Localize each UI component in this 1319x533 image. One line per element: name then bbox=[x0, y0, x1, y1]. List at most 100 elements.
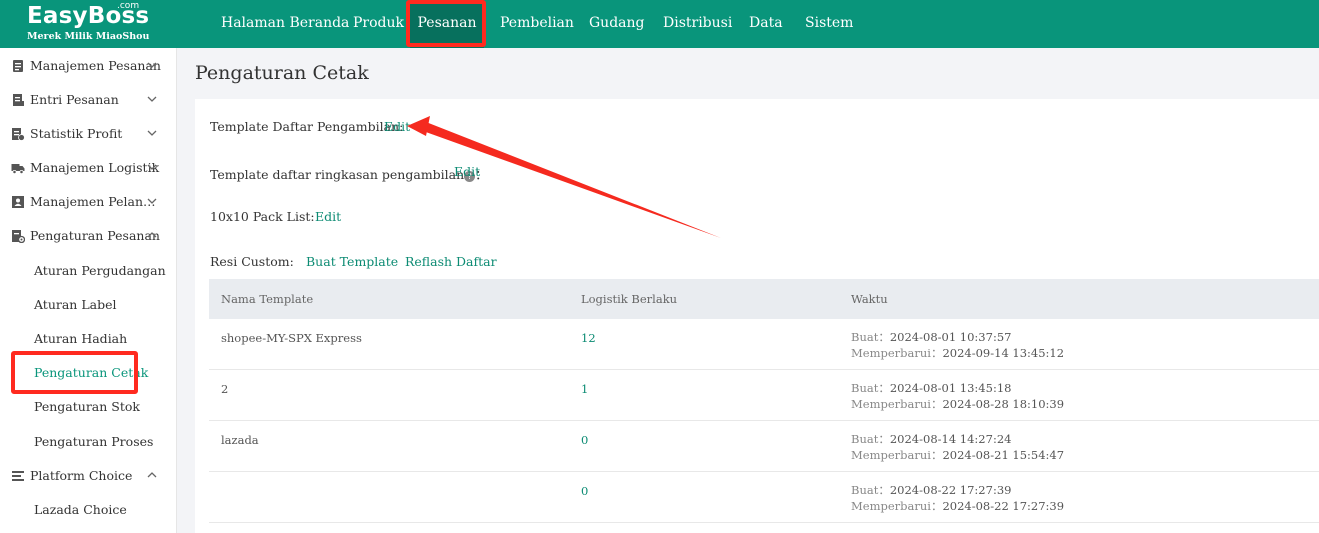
updated-label: Memperbarui： bbox=[851, 448, 943, 462]
sidebar-item-label: Pengaturan Stok bbox=[34, 399, 140, 414]
updated-label: Memperbarui： bbox=[851, 346, 943, 360]
sidebar-item-label: Aturan Label bbox=[34, 297, 117, 312]
refresh-list-link[interactable]: Reflash Daftar bbox=[405, 254, 497, 269]
logo-subtitle: Merek Milik MiaoShou bbox=[27, 31, 150, 42]
chevron-down-icon bbox=[147, 198, 157, 204]
updated-time: Memperbarui：2024-09-14 13:45:12 bbox=[851, 345, 1064, 361]
chevron-down-icon bbox=[147, 96, 157, 102]
sidebar-item-label: Statistik Profit bbox=[30, 126, 123, 141]
contacts-icon bbox=[12, 196, 24, 208]
created-time: Buat：2024-08-14 14:27:24 bbox=[851, 431, 1011, 447]
sidebar-profit-statistics[interactable]: Statistik Profit bbox=[0, 117, 176, 151]
sidebar-item-label: Manajemen Logistik bbox=[30, 160, 160, 175]
updated-value: 2024-08-22 17:27:39 bbox=[942, 499, 1065, 513]
pack-list-edit-link[interactable]: Edit bbox=[315, 209, 341, 224]
logo-com: .com bbox=[117, 1, 140, 11]
updated-label: Memperbarui： bbox=[851, 499, 943, 513]
clipboard-icon bbox=[13, 60, 23, 72]
document-icon bbox=[13, 94, 24, 106]
sidebar-item-label: Aturan Hadiah bbox=[34, 331, 128, 346]
chevron-down-icon bbox=[147, 62, 157, 68]
picklist-edit-link[interactable]: Edit bbox=[384, 119, 410, 134]
chevron-up-icon bbox=[147, 232, 157, 238]
pack-list-label: 10x10 Pack List: bbox=[210, 209, 315, 224]
table-row[interactable]: 2 1 Buat：2024-08-01 13:45:18 Memperbarui… bbox=[209, 370, 1319, 421]
sidebar-item-warehousing-rules[interactable]: Aturan Pergudangan bbox=[0, 254, 176, 288]
table-row[interactable]: shopee-MY-SPX Express 12 Buat：2024-08-01… bbox=[209, 319, 1319, 370]
chart-icon bbox=[12, 128, 25, 141]
create-template-link[interactable]: Buat Template bbox=[306, 254, 398, 269]
page-title: Pengaturan Cetak bbox=[195, 62, 369, 84]
nav-purchasing[interactable]: Pembelian bbox=[500, 0, 574, 48]
table-header: Nama Template Logistik Berlaku Waktu bbox=[209, 279, 1319, 319]
template-name: shopee-MY-SPX Express bbox=[221, 331, 362, 345]
chevron-down-icon bbox=[147, 164, 157, 170]
sidebar-item-print-settings[interactable]: Pengaturan Cetak bbox=[0, 356, 176, 390]
logo[interactable]: EasyBoss .com Merek Milik MiaoShou bbox=[27, 1, 150, 43]
sidebar-item-label: Platform Choice bbox=[30, 468, 133, 483]
updated-value: 2024-09-14 13:45:12 bbox=[942, 346, 1065, 360]
sidebar-order-management[interactable]: Manajemen Pesanan bbox=[0, 49, 176, 83]
header-logistics: Logistik Berlaku bbox=[581, 292, 678, 306]
header-time: Waktu bbox=[851, 292, 888, 306]
nav-system[interactable]: Sistem bbox=[805, 0, 853, 48]
updated-time: Memperbarui：2024-08-21 15:54:47 bbox=[851, 447, 1064, 463]
top-navbar: EasyBoss .com Merek Milik MiaoShou Halam… bbox=[0, 0, 1319, 48]
logistics-count-link[interactable]: 0 bbox=[581, 433, 588, 447]
updated-value: 2024-08-21 15:54:47 bbox=[942, 448, 1065, 462]
truck-icon bbox=[11, 164, 25, 174]
created-value: 2024-08-01 13:45:18 bbox=[889, 381, 1012, 395]
summary-edit-link[interactable]: Edit bbox=[454, 164, 480, 179]
sidebar-item-label: Lazada Choice bbox=[34, 502, 127, 517]
logistics-count-link[interactable]: 1 bbox=[581, 382, 588, 396]
sidebar-item-process-settings[interactable]: Pengaturan Proses bbox=[0, 425, 176, 459]
created-value: 2024-08-14 14:27:24 bbox=[889, 432, 1012, 446]
chevron-up-icon bbox=[147, 472, 157, 478]
sidebar-order-entry[interactable]: Entri Pesanan bbox=[0, 83, 176, 117]
updated-label: Memperbarui： bbox=[851, 397, 943, 411]
created-value: 2024-08-01 10:37:57 bbox=[889, 330, 1012, 344]
picklist-template-label: Template Daftar Pengambilan: bbox=[210, 119, 404, 134]
created-value: 2024-08-22 17:27:39 bbox=[889, 483, 1012, 497]
logistics-count-link[interactable]: 12 bbox=[581, 331, 596, 345]
sidebar-order-settings[interactable]: Pengaturan Pesanan bbox=[0, 219, 176, 253]
sidebar-item-lazada-choice[interactable]: Lazada Choice bbox=[0, 493, 176, 527]
created-label: Buat： bbox=[851, 483, 890, 497]
sidebar-item-label: Pengaturan Pesanan bbox=[30, 228, 160, 243]
layers-icon bbox=[12, 471, 24, 481]
created-time: Buat：2024-08-01 10:37:57 bbox=[851, 329, 1011, 345]
nav-home[interactable]: Halaman Beranda bbox=[221, 0, 349, 48]
created-label: Buat： bbox=[851, 330, 890, 344]
sidebar-platform-choice[interactable]: Platform Choice bbox=[0, 459, 176, 493]
table-row[interactable]: 0 Buat：2024-08-22 17:27:39 Memperbarui：2… bbox=[209, 472, 1319, 523]
header-template-name: Nama Template bbox=[221, 292, 314, 306]
created-label: Buat： bbox=[851, 432, 890, 446]
sidebar-customer-management[interactable]: Manajemen Pelan… bbox=[0, 185, 176, 219]
sidebar-item-label-rules[interactable]: Aturan Label bbox=[0, 288, 176, 322]
template-name: 2 bbox=[221, 382, 229, 396]
sidebar-logistics-management[interactable]: Manajemen Logistik bbox=[0, 151, 176, 185]
sidebar-item-label: Manajemen Pesanan bbox=[30, 58, 161, 73]
summary-template-text: Template daftar ringkasan pengambilan bbox=[210, 167, 465, 182]
updated-time: Memperbarui：2024-08-22 17:27:39 bbox=[851, 498, 1064, 514]
nav-distribution[interactable]: Distribusi bbox=[663, 0, 732, 48]
nav-data[interactable]: Data bbox=[749, 0, 783, 48]
sidebar-item-label: Entri Pesanan bbox=[30, 92, 119, 107]
sidebar-item-label: Pengaturan Cetak bbox=[34, 365, 149, 380]
logistics-count-link[interactable]: 0 bbox=[581, 484, 588, 498]
nav-warehouse[interactable]: Gudang bbox=[589, 0, 645, 48]
template-name: lazada bbox=[221, 433, 259, 447]
sidebar-item-label: Manajemen Pelan… bbox=[30, 194, 156, 209]
sidebar-item-stock-settings[interactable]: Pengaturan Stok bbox=[0, 390, 176, 424]
chevron-down-icon bbox=[147, 130, 157, 136]
sidebar-item-label: Pengaturan Proses bbox=[34, 434, 154, 449]
sidebar-item-label: Aturan Pergudangan bbox=[34, 263, 166, 278]
custom-receipt-label: Resi Custom: bbox=[210, 254, 294, 269]
settings-doc-icon bbox=[12, 230, 25, 243]
table-row[interactable]: lazada 0 Buat：2024-08-14 14:27:24 Memper… bbox=[209, 421, 1319, 472]
nav-orders[interactable]: Pesanan bbox=[410, 0, 484, 48]
created-time: Buat：2024-08-01 13:45:18 bbox=[851, 380, 1011, 396]
nav-products[interactable]: Produk bbox=[353, 0, 404, 48]
sidebar-item-gift-rules[interactable]: Aturan Hadiah bbox=[0, 322, 176, 356]
updated-time: Memperbarui：2024-08-28 18:10:39 bbox=[851, 396, 1064, 412]
